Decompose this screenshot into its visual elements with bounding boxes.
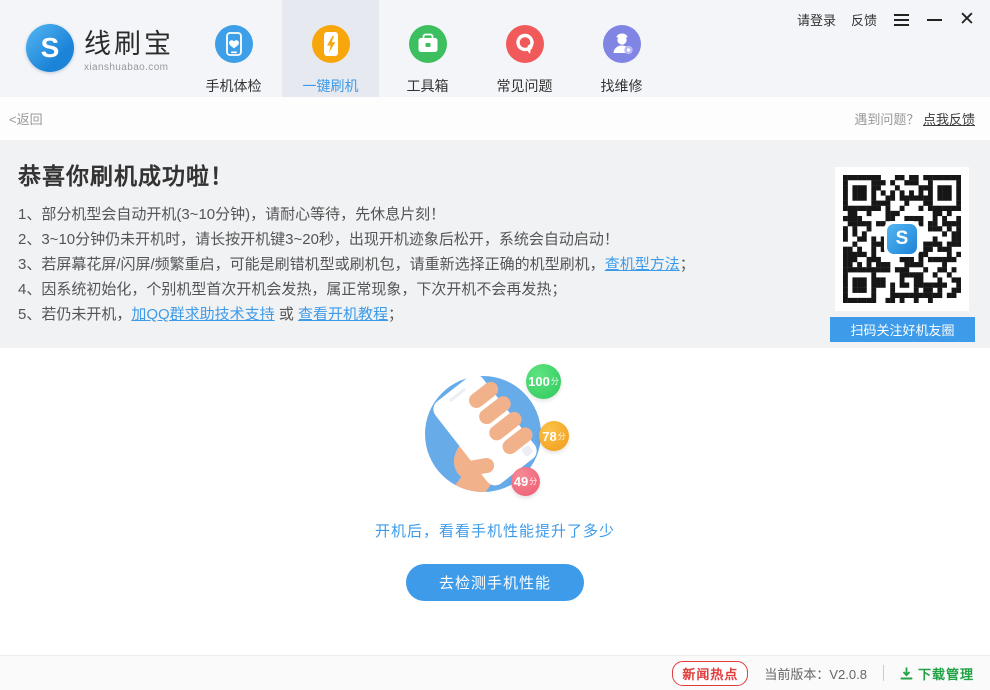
download-manager-button[interactable]: 下载管理 <box>900 664 974 683</box>
line3-text: 3、若屏幕花屏/闪屏/频繁重启，可能是刷错机型或刷机包，请重新选择正确的机型刷机… <box>18 256 605 273</box>
app-logo: S 线刷宝 xianshuabao.com <box>26 22 174 73</box>
app-name: 线刷宝 <box>84 22 174 61</box>
result-section: 100分 78分 49分 开机后，看看手机性能提升了多少 去检测手机性能 <box>0 358 990 665</box>
qq-group-link[interactable]: 加QQ群求助技术支持 <box>131 306 274 323</box>
success-banner: 恭喜你刷机成功啦！ 1、部分机型会自动开机(3~10分钟)，请耐心等待，先休息片… <box>0 140 990 348</box>
feedback-link[interactable]: 反馈 <box>851 10 877 29</box>
instruction-list: 1、部分机型会自动开机(3~10分钟)，请耐心等待，先休息片刻！ 2、3~10分… <box>18 202 790 327</box>
click-feedback-link[interactable]: 点我反馈 <box>923 112 975 127</box>
nav-item-toolbox[interactable]: 工具箱 <box>379 0 476 97</box>
line3-tail: ； <box>680 256 695 273</box>
success-title: 恭喜你刷机成功啦！ <box>18 157 790 191</box>
boot-tutorial-link[interactable]: 查看开机教程 <box>298 306 388 323</box>
repair-man-icon <box>602 24 642 69</box>
version-label: 当前版本：V2.0.8 <box>764 664 867 683</box>
app-domain: xianshuabao.com <box>84 62 174 73</box>
nav-label: 一键刷机 <box>303 76 359 96</box>
instruction-line-5: 5、若仍未开机，加QQ群求助技术支持 或 查看开机教程； <box>18 302 790 327</box>
titlebar-controls: 请登录 反馈 ✕ <box>797 10 976 29</box>
instruction-line-1: 1、部分机型会自动开机(3~10分钟)，请耐心等待，先休息片刻！ <box>18 202 790 227</box>
score-badge-78: 78分 <box>539 421 569 451</box>
score-badge-100: 100分 <box>526 364 561 399</box>
nav-label: 工具箱 <box>407 76 449 96</box>
check-performance-button[interactable]: 去检测手机性能 <box>406 564 584 601</box>
minimize-icon[interactable] <box>925 11 943 29</box>
status-bar: 新闻热点 当前版本：V2.0.8 下载管理 <box>0 655 990 690</box>
nav-label: 常见问题 <box>497 76 553 96</box>
nav-label: 手机体检 <box>206 76 262 96</box>
line5-mid: 或 <box>275 306 298 323</box>
app-header: S 线刷宝 xianshuabao.com 手机体检 <box>0 0 990 97</box>
nav-item-faq[interactable]: 常见问题 <box>476 0 573 97</box>
toolbox-icon <box>408 24 448 69</box>
hand-phone-illustration: 100分 78分 49分 <box>400 358 590 508</box>
instruction-line-3: 3、若屏幕花屏/闪屏/频繁重启，可能是刷错机型或刷机包，请重新选择正确的机型刷机… <box>18 252 790 277</box>
problem-hint: 遇到问题？ 点我反馈 <box>854 109 975 128</box>
menu-icon[interactable] <box>892 11 910 29</box>
login-link[interactable]: 请登录 <box>797 10 836 29</box>
news-hotspot-button[interactable]: 新闻热点 <box>672 661 748 686</box>
question-icon <box>505 24 545 69</box>
phone-check-icon <box>214 24 254 69</box>
instruction-line-4: 4、因系统初始化，个别机型首次开机会发热，属正常现象，下次开机不会再发热； <box>18 277 790 302</box>
nav-item-one-key-flash[interactable]: 一键刷机 <box>282 0 379 97</box>
line5-tail: ； <box>388 306 403 323</box>
instruction-line-2: 2、3~10分钟仍未开机时，请长按开机键3~20秒，出现开机迹象后松开，系统会自… <box>18 227 790 252</box>
nav-item-repair[interactable]: 找维修 <box>573 0 670 97</box>
line5-text: 5、若仍未开机， <box>18 306 131 323</box>
qr-section: S 扫码关注好机友圈 <box>835 167 969 342</box>
logo-icon: S <box>26 24 74 72</box>
subheader: <返回 遇到问题？ 点我反馈 <box>0 97 990 140</box>
scan-follow-button[interactable]: 扫码关注好机友圈 <box>830 317 975 342</box>
qr-center-logo-icon: S <box>884 221 920 257</box>
download-label: 下载管理 <box>918 664 974 683</box>
nav-label: 找维修 <box>601 76 643 96</box>
close-icon[interactable]: ✕ <box>958 11 976 29</box>
problem-hint-text: 遇到问题？ <box>854 112 919 127</box>
nav-item-phone-check[interactable]: 手机体检 <box>185 0 282 97</box>
footer-divider <box>883 665 884 681</box>
qr-code: S <box>835 167 969 311</box>
check-model-link[interactable]: 查机型方法 <box>605 256 680 273</box>
download-icon <box>900 667 913 680</box>
performance-caption: 开机后，看看手机性能提升了多少 <box>0 520 990 541</box>
main-nav: 手机体检 一键刷机 工具箱 <box>185 0 670 97</box>
back-button[interactable]: <返回 <box>9 109 43 128</box>
score-badge-49: 49分 <box>511 467 540 496</box>
flash-phone-icon <box>311 24 351 69</box>
